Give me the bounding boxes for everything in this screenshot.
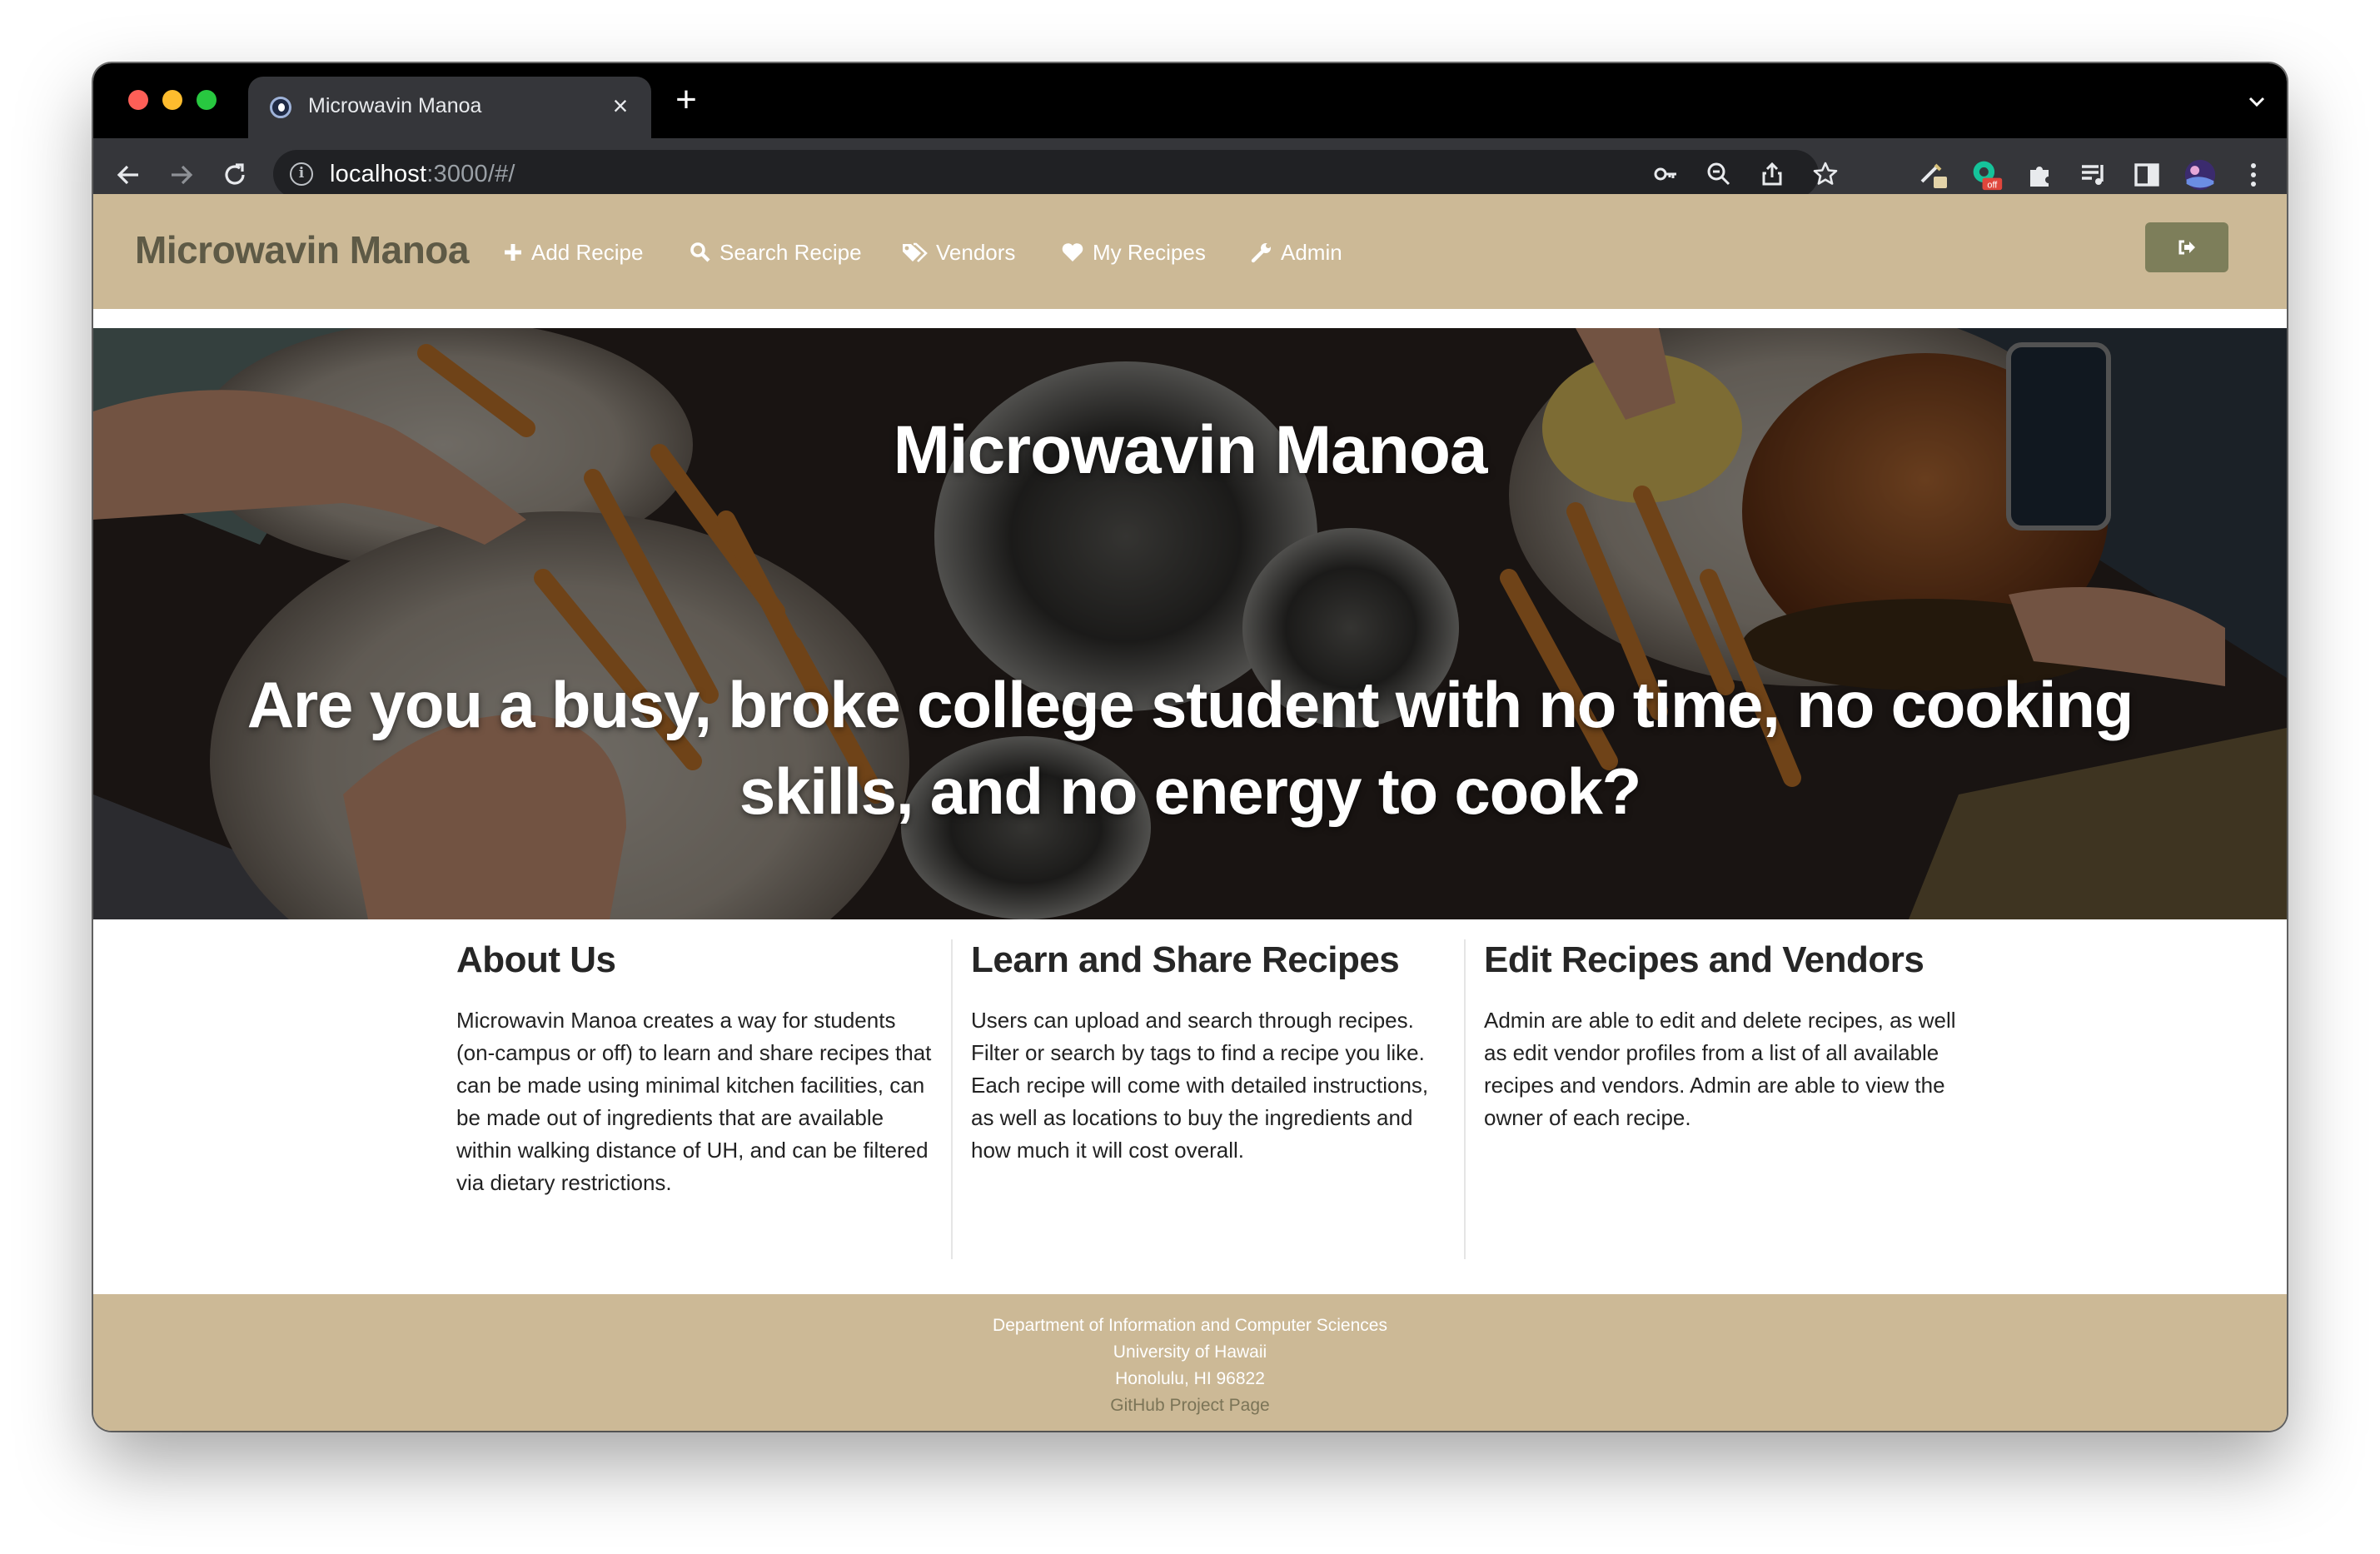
reload-icon[interactable]: [217, 157, 253, 193]
site-info-icon[interactable]: i: [290, 162, 313, 186]
tab-title: Microwavin Manoa: [308, 94, 482, 117]
feature-body: Users can upload and search through reci…: [971, 1008, 1429, 1163]
logout-button[interactable]: [2145, 222, 2228, 272]
tab-close-icon[interactable]: ×: [605, 90, 636, 122]
side-panel-icon[interactable]: [2130, 158, 2163, 192]
tags-icon: [903, 242, 928, 262]
feature-heading: Learn and Share Recipes: [971, 939, 1400, 980]
new-tab-button[interactable]: +: [668, 82, 705, 120]
nav-add-recipe[interactable]: Add Recipe: [503, 237, 643, 267]
feature-heading: Edit Recipes and Vendors: [1484, 939, 1924, 980]
tab-strip: Microwavin Manoa × +: [93, 63, 2287, 138]
extensions-puzzle-icon[interactable]: [2024, 158, 2057, 192]
footer-university: University of Hawaii: [1113, 1342, 1267, 1362]
plus-icon: [505, 244, 521, 261]
browser-window: Microwavin Manoa × + i localhost:3000/#/: [93, 63, 2287, 1431]
feature-body: Microwavin Manoa creates a way for stude…: [456, 1008, 932, 1195]
nav-vendors-label: Vendors: [936, 239, 1016, 265]
wrench-icon: [1251, 243, 1271, 263]
footer-department: Department of Information and Computer S…: [993, 1316, 1387, 1335]
hero-banner: Microwavin Manoa Are you a busy, broke c…: [93, 328, 2287, 919]
key-icon[interactable]: [1652, 161, 1679, 187]
nav-admin-label: Admin: [1281, 239, 1342, 265]
feature-about-us: About Us Microwavin Manoa creates a way …: [438, 939, 951, 1259]
github-project-link[interactable]: GitHub Project Page: [93, 1392, 2287, 1419]
svg-text:off: off: [1987, 180, 1998, 190]
nav-add-recipe-label: Add Recipe: [531, 239, 644, 265]
site-footer: Department of Information and Computer S…: [93, 1294, 2287, 1431]
minimize-window-button[interactable]: [162, 90, 182, 110]
browser-tab[interactable]: Microwavin Manoa ×: [248, 77, 651, 138]
site-navbar: Microwavin Manoa Add Recipe Search Recip…: [93, 194, 2287, 309]
grammar-extension-icon[interactable]: off: [1970, 158, 2004, 192]
nav-admin[interactable]: Admin: [1251, 237, 1342, 267]
desktop-background: Microwavin Manoa × + i localhost:3000/#/: [0, 0, 2380, 1554]
heart-icon: [1062, 243, 1083, 261]
nav-vendors[interactable]: Vendors: [901, 237, 1015, 267]
tab-search-chevron-icon[interactable]: [2247, 92, 2267, 112]
bookmark-star-icon[interactable]: [1812, 161, 1839, 187]
search-icon: [690, 242, 710, 262]
footer-address: Honolulu, HI 96822: [1115, 1369, 1265, 1388]
close-window-button[interactable]: [128, 90, 148, 110]
zoom-icon[interactable]: [1705, 161, 1732, 187]
share-icon[interactable]: [1759, 161, 1785, 187]
nav-my-recipes-label: My Recipes: [1093, 239, 1206, 265]
features-section: About Us Microwavin Manoa creates a way …: [438, 939, 1977, 1259]
feature-heading: About Us: [456, 939, 616, 980]
profile-avatar-icon[interactable]: [2183, 158, 2217, 192]
nav-my-recipes[interactable]: My Recipes: [1061, 237, 1206, 267]
hero-title: Microwavin Manoa: [893, 412, 1487, 488]
back-arrow-icon[interactable]: [110, 157, 147, 193]
reading-list-icon[interactable]: [2077, 158, 2110, 192]
pen-extension-icon[interactable]: [1917, 158, 1950, 192]
feature-learn-and-share: Learn and Share Recipes Users can upload…: [951, 939, 1464, 1259]
nav-search-recipe-label: Search Recipe: [719, 239, 862, 265]
address-bar[interactable]: i localhost:3000/#/: [273, 150, 1838, 198]
browser-menu-icon[interactable]: [2237, 158, 2270, 192]
nav-search-recipe[interactable]: Search Recipe: [690, 237, 862, 267]
url-text[interactable]: localhost:3000/#/: [330, 161, 515, 188]
feature-body: Admin are able to edit and delete recipe…: [1484, 1008, 1956, 1130]
hero-tagline: Are you a busy, broke college student wi…: [246, 668, 2134, 828]
brand-link[interactable]: Microwavin Manoa: [135, 227, 469, 272]
site-favicon-icon: [270, 97, 291, 118]
sign-out-icon: [2178, 240, 2195, 255]
maximize-window-button[interactable]: [197, 90, 217, 110]
feature-edit-recipes: Edit Recipes and Vendors Admin are able …: [1464, 939, 1977, 1259]
forward-arrow-icon[interactable]: [163, 157, 200, 193]
